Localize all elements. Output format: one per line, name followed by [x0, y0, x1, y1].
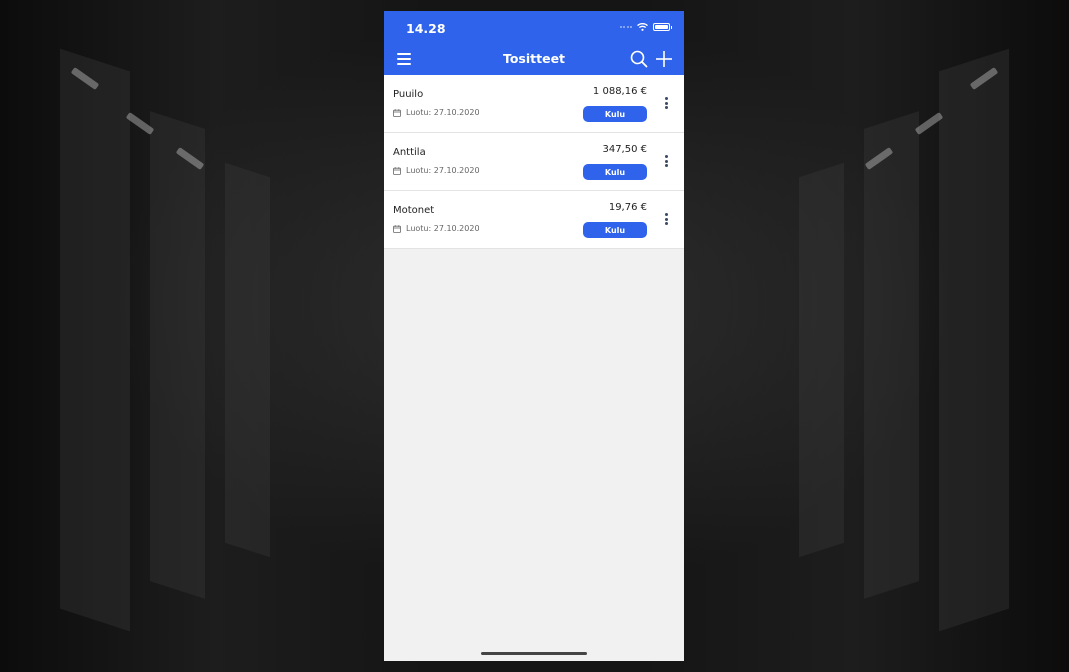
plus-icon[interactable]	[655, 50, 673, 68]
item-name: Anttila	[393, 147, 426, 158]
signal-icon	[619, 26, 632, 28]
item-date: Luotu: 27.10.2020	[393, 166, 480, 175]
calendar-icon	[393, 224, 401, 233]
type-badge: Kulu	[583, 222, 647, 238]
list-item[interactable]: Motonet Luotu: 27.10.2020 19,76 € Kulu	[384, 191, 684, 249]
vertical-dots-icon[interactable]	[665, 213, 669, 227]
item-name: Puuilo	[393, 89, 424, 100]
server-rack	[799, 162, 844, 558]
status-icons	[619, 23, 672, 31]
server-rack	[60, 48, 130, 632]
server-rack	[150, 111, 205, 599]
date-label: Luotu: 27.10.2020	[406, 224, 480, 233]
type-badge: Kulu	[583, 164, 647, 180]
status-time: 14.28	[406, 21, 446, 36]
date-label: Luotu: 27.10.2020	[406, 108, 480, 117]
wifi-icon	[637, 23, 648, 31]
server-rack	[939, 48, 1009, 632]
server-rack	[225, 162, 270, 558]
phone-screen: 14.28 Tositteet Puuilo Luotu: 27.10.2020…	[384, 11, 684, 661]
item-amount: 19,76 €	[608, 202, 647, 213]
date-label: Luotu: 27.10.2020	[406, 166, 480, 175]
search-icon[interactable]	[630, 50, 648, 68]
type-badge: Kulu	[583, 106, 647, 122]
calendar-icon	[393, 166, 401, 175]
item-amount: 347,50 €	[602, 144, 647, 155]
item-date: Luotu: 27.10.2020	[393, 224, 480, 233]
home-indicator[interactable]	[481, 652, 587, 655]
vertical-dots-icon[interactable]	[665, 97, 669, 111]
item-name: Motonet	[393, 205, 435, 216]
item-amount: 1 088,16 €	[592, 86, 647, 97]
item-date: Luotu: 27.10.2020	[393, 108, 480, 117]
battery-icon	[653, 23, 672, 31]
vertical-dots-icon[interactable]	[665, 155, 669, 169]
server-rack	[864, 111, 919, 599]
list-item[interactable]: Anttila Luotu: 27.10.2020 347,50 € Kulu	[384, 133, 684, 191]
list-item[interactable]: Puuilo Luotu: 27.10.2020 1 088,16 € Kulu	[384, 75, 684, 133]
app-header: 14.28 Tositteet	[384, 11, 684, 75]
calendar-icon	[393, 108, 401, 117]
voucher-list: Puuilo Luotu: 27.10.2020 1 088,16 € Kulu…	[384, 75, 684, 249]
